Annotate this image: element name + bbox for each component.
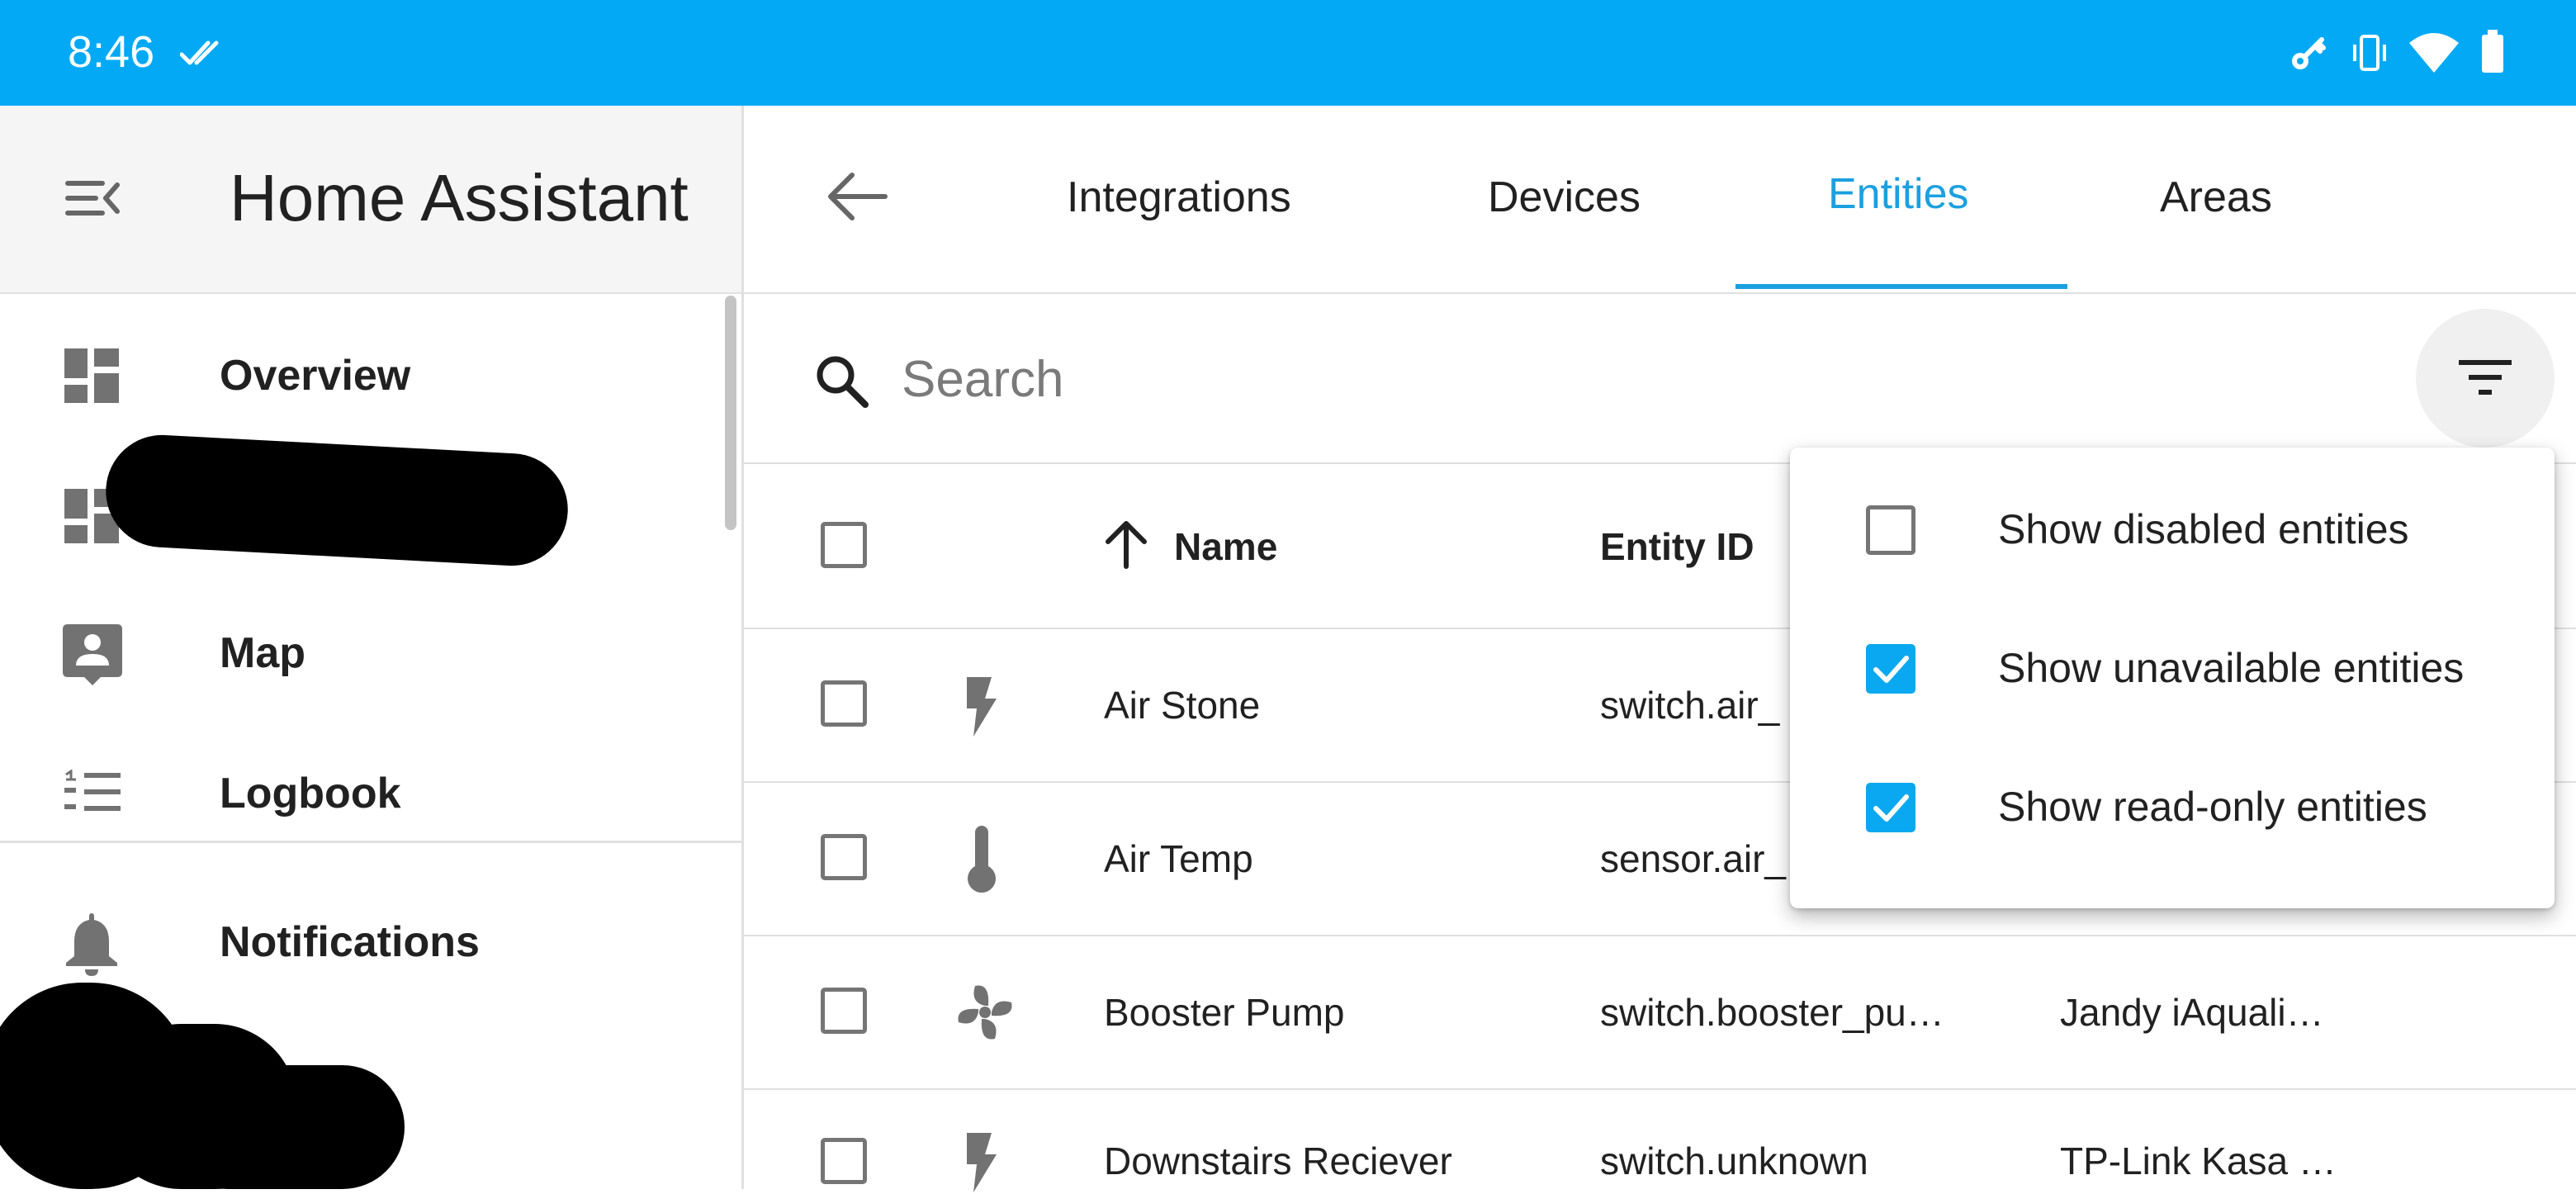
list-icon	[64, 770, 121, 814]
column-header-entity-id[interactable]: Entity ID	[1600, 522, 1754, 571]
menu-collapse-icon[interactable]	[64, 173, 122, 223]
arrow-up-icon[interactable]	[1103, 519, 1149, 570]
sidebar-scrollbar[interactable]	[725, 296, 736, 530]
tab-integrations[interactable]: Integrations	[1067, 168, 1291, 226]
sidebar-item-label: Logbook	[220, 770, 401, 817]
filter-checkbox[interactable]	[1866, 505, 1915, 555]
app-title: Home Assistant	[230, 161, 689, 235]
filter-button[interactable]	[2416, 309, 2555, 448]
filter-option-disabled[interactable]: Show disabled entities	[1790, 459, 2555, 599]
entity-id: sensor.air_	[1600, 837, 1787, 880]
row-checkbox[interactable]	[821, 1138, 867, 1184]
vibrate-icon	[2350, 33, 2389, 73]
filter-checkbox[interactable]	[1866, 644, 1915, 694]
filter-option-read-only[interactable]: Show read-only entities	[1790, 738, 2555, 879]
sidebar-item-notifications[interactable]: Notifications	[0, 888, 741, 994]
account-box-icon	[63, 624, 122, 687]
search-icon	[814, 353, 869, 408]
bell-icon	[64, 910, 119, 976]
entity-id: switch.booster_pu…	[1600, 991, 1944, 1034]
filter-checkbox[interactable]	[1866, 783, 1915, 832]
dashboard-icon	[64, 348, 119, 403]
entity-name: Downstairs Reciever	[1104, 1140, 1452, 1182]
status-time: 8:46	[68, 27, 155, 77]
tab-areas[interactable]: Areas	[2160, 168, 2272, 226]
entity-name: Air Stone	[1104, 684, 1261, 727]
entity-id: switch.air_	[1600, 684, 1780, 727]
wifi-icon	[2408, 31, 2460, 74]
row-checkbox[interactable]	[821, 680, 867, 727]
double-check-icon	[180, 38, 226, 68]
filter-option-unavailable[interactable]: Show unavailable entities	[1790, 599, 2555, 738]
sidebar-item-label: Map	[220, 629, 305, 677]
column-header-name[interactable]: Name	[1174, 522, 1277, 571]
entity-name: Booster Pump	[1104, 991, 1345, 1034]
tab-bar	[744, 106, 2576, 294]
sidebar-item-logbook[interactable]: Logbook	[0, 740, 741, 839]
tab-entities[interactable]: Entities	[1828, 165, 1969, 223]
sidebar-item-label: Notifications	[220, 918, 480, 966]
entity-integration: Jandy iAquali…	[2060, 991, 2324, 1034]
filter-icon	[2457, 357, 2513, 400]
flash-icon	[962, 675, 1000, 738]
sidebar-item-map[interactable]: Map	[0, 599, 741, 705]
status-bar	[0, 0, 2576, 106]
table-row[interactable]: Booster Pump switch.booster_pu… Jandy iA…	[744, 936, 2576, 1088]
table-row[interactable]: Downstairs Reciever switch.unknown TP-Li…	[744, 1090, 2576, 1192]
entity-integration: TP-Link Kasa …	[2060, 1140, 2337, 1182]
tab-devices[interactable]: Devices	[1488, 168, 1641, 226]
check-icon	[1873, 656, 1909, 683]
entity-id: switch.unknown	[1600, 1140, 1868, 1182]
battery-icon	[2480, 30, 2505, 74]
filter-option-label: Show read-only entities	[1998, 784, 2427, 830]
key-icon	[2289, 33, 2328, 73]
filter-menu: Show disabled entities Show unavailable …	[1790, 448, 2555, 908]
sidebar-divider	[0, 841, 741, 843]
sidebar-item-overview[interactable]: Overview	[0, 322, 741, 428]
filter-option-label: Show disabled entities	[1998, 506, 2409, 552]
fan-icon	[954, 981, 1016, 1044]
search-input[interactable]: Search	[902, 351, 1063, 409]
active-tab-indicator	[1735, 284, 2067, 289]
row-checkbox[interactable]	[821, 834, 867, 880]
arrow-left-icon[interactable]	[826, 170, 888, 223]
select-all-checkbox[interactable]	[821, 522, 867, 568]
flash-icon	[962, 1131, 1000, 1194]
check-icon	[1873, 794, 1909, 822]
redaction-mark	[165, 1065, 405, 1189]
filter-option-label: Show unavailable entities	[1998, 645, 2465, 691]
thermometer-icon	[967, 826, 997, 893]
row-checkbox[interactable]	[821, 988, 867, 1034]
entity-name: Air Temp	[1104, 837, 1253, 880]
sidebar-item-label: Overview	[220, 352, 411, 400]
